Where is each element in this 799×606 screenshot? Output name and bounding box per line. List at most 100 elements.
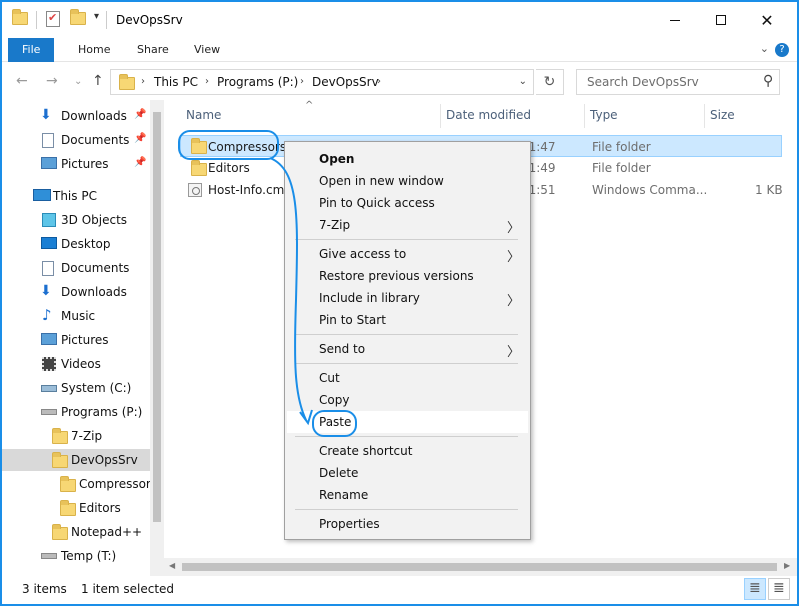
sidebar-item-documents-quick[interactable]: Documents 📌 — [2, 129, 150, 151]
properties-icon[interactable] — [46, 11, 60, 27]
sidebar-item-compressors[interactable]: Compressors — [2, 473, 157, 495]
folder-icon — [60, 476, 76, 493]
menu-item-send-to[interactable]: Send to 〉 — [287, 338, 528, 360]
up-arrow-icon[interactable]: ↑ — [92, 73, 104, 89]
file-size: 1 KB — [755, 183, 783, 197]
address-dropdown-icon[interactable]: ⌄ — [519, 76, 527, 87]
sidebar-item-pictures[interactable]: Pictures — [2, 329, 150, 351]
pin-icon: 📌 — [134, 133, 147, 144]
menu-item-restore-previous-versions[interactable]: Restore previous versions — [287, 265, 528, 287]
sidebar-item-notepad-plus-plus[interactable]: Notepad++ — [2, 521, 150, 543]
recent-locations-icon[interactable]: ⌄ — [74, 76, 82, 87]
sidebar-item-music[interactable]: ♪ Music — [2, 305, 150, 327]
file-name: Editors — [208, 161, 250, 175]
chevron-right-icon[interactable]: › — [377, 76, 381, 87]
menu-item-7-zip[interactable]: 7-Zip 〉 — [287, 214, 528, 236]
search-input[interactable]: Search DevOpsSrv — [587, 75, 699, 89]
sidebar-item-editors[interactable]: Editors — [2, 497, 150, 519]
sidebar-item-pictures-quick[interactable]: Pictures 📌 — [2, 153, 150, 175]
menu-item-label: Rename — [319, 488, 369, 502]
column-header-size[interactable]: Size — [710, 108, 735, 122]
breadcrumb-devopssrv[interactable]: DevOpsSrv — [312, 75, 379, 89]
forward-arrow-icon[interactable]: → — [46, 73, 58, 89]
sidebar-item-system-c[interactable]: System (C:) — [2, 377, 150, 399]
large-icons-view-button[interactable] — [768, 578, 790, 600]
menu-item-label: Copy — [319, 393, 350, 407]
sidebar-item-downloads-quick[interactable]: ⬇ Downloads 📌 — [2, 105, 150, 127]
column-header-type[interactable]: Type — [590, 108, 618, 122]
search-box[interactable]: Search DevOpsSrv ⚲ — [576, 69, 780, 95]
sidebar-item-documents[interactable]: Documents — [2, 257, 150, 279]
menu-item-label: Open in new window — [319, 174, 444, 188]
menu-item-open[interactable]: Open — [287, 148, 528, 170]
sidebar-item-3d-objects[interactable]: 3D Objects — [2, 209, 150, 231]
menu-item-copy[interactable]: Copy — [287, 389, 528, 411]
sidebar-item-devopssrv[interactable]: DevOpsSrv — [2, 449, 150, 471]
sidebar-item-temp-t[interactable]: Temp (T:) — [2, 545, 150, 567]
folder-icon — [52, 524, 68, 541]
search-icon: ⚲ — [762, 73, 773, 89]
details-view-button[interactable] — [744, 578, 766, 600]
scroll-left-icon[interactable]: ◀ — [169, 561, 175, 570]
annotation-highlight-folder — [178, 130, 279, 160]
tab-home[interactable]: Home — [64, 38, 124, 62]
close-button[interactable]: ✕ — [744, 2, 790, 38]
column-header-date[interactable]: Date modified — [446, 108, 531, 122]
horizontal-scrollbar-thumb[interactable] — [182, 563, 777, 571]
pin-icon: 📌 — [134, 157, 147, 168]
drive-icon — [41, 409, 57, 415]
sidebar-scrollbar-thumb[interactable] — [153, 112, 161, 522]
sidebar-scrollbar[interactable] — [150, 100, 164, 576]
menu-item-create-shortcut[interactable]: Create shortcut — [287, 440, 528, 462]
menu-item-pin-to-start[interactable]: Pin to Start — [287, 309, 528, 331]
quick-access-dropdown-icon[interactable]: ▾ — [94, 11, 99, 22]
chevron-right-icon: 〉 — [506, 345, 520, 360]
chevron-right-icon[interactable]: › — [205, 76, 209, 87]
folder-icon — [191, 160, 207, 176]
help-icon[interactable]: ? — [775, 43, 789, 57]
menu-item-delete[interactable]: Delete — [287, 462, 528, 484]
back-arrow-icon[interactable]: ← — [16, 73, 28, 89]
menu-item-open-in-new-window[interactable]: Open in new window — [287, 170, 528, 192]
menu-item-include-in-library[interactable]: Include in library 〉 — [287, 287, 528, 309]
tab-file[interactable]: File — [8, 38, 55, 62]
sidebar-item-7-zip[interactable]: 7-Zip — [2, 425, 150, 447]
tab-view[interactable]: View — [180, 38, 234, 62]
menu-item-rename[interactable]: Rename — [287, 484, 528, 506]
new-folder-icon[interactable] — [70, 9, 86, 25]
sidebar-item-label: 3D Objects — [61, 213, 128, 227]
column-divider[interactable] — [440, 104, 441, 128]
expand-ribbon-icon[interactable]: ⌄ — [760, 42, 769, 55]
scroll-right-icon[interactable]: ▶ — [784, 561, 790, 570]
menu-item-cut[interactable]: Cut — [287, 367, 528, 389]
sidebar-item-this-pc[interactable]: This PC — [2, 185, 150, 207]
chevron-right-icon[interactable]: › — [141, 76, 145, 87]
minimize-button[interactable] — [652, 2, 698, 38]
menu-item-pin-to-quick-access[interactable]: Pin to Quick access — [287, 192, 528, 214]
column-header-name[interactable]: Name — [186, 108, 221, 122]
menu-item-label: Send to — [319, 342, 366, 356]
sidebar-item-downloads[interactable]: ⬇ Downloads — [2, 281, 150, 303]
maximize-button[interactable] — [698, 2, 744, 38]
tab-share[interactable]: Share — [123, 38, 183, 62]
address-bar[interactable]: › This PC › Programs (P:) › DevOpsSrv › … — [110, 69, 534, 95]
pictures-icon — [41, 333, 57, 345]
menu-item-label: Properties — [319, 517, 380, 531]
column-divider[interactable] — [584, 104, 585, 128]
menu-item-label: Pin to Start — [319, 313, 386, 327]
chevron-right-icon[interactable]: › — [300, 76, 304, 87]
folder-icon — [52, 428, 68, 445]
horizontal-scrollbar[interactable]: ◀ ▶ — [164, 558, 797, 576]
sidebar-item-desktop[interactable]: Desktop — [2, 233, 150, 255]
menu-item-label: Pin to Quick access — [319, 196, 435, 210]
sidebar-item-programs-p[interactable]: Programs (P:) — [2, 401, 150, 423]
breadcrumb-programs[interactable]: Programs (P:) — [217, 75, 298, 89]
menu-item-give-access-to[interactable]: Give access to 〉 — [287, 243, 528, 265]
refresh-button[interactable]: ↻ — [536, 69, 564, 95]
breadcrumb-this-pc[interactable]: This PC — [154, 75, 198, 89]
sidebar-item-videos[interactable]: Videos — [2, 353, 150, 375]
sidebar-item-label: Programs (P:) — [61, 405, 143, 419]
column-divider[interactable] — [704, 104, 705, 128]
chevron-right-icon: 〉 — [506, 221, 520, 236]
menu-item-properties[interactable]: Properties — [287, 513, 528, 535]
